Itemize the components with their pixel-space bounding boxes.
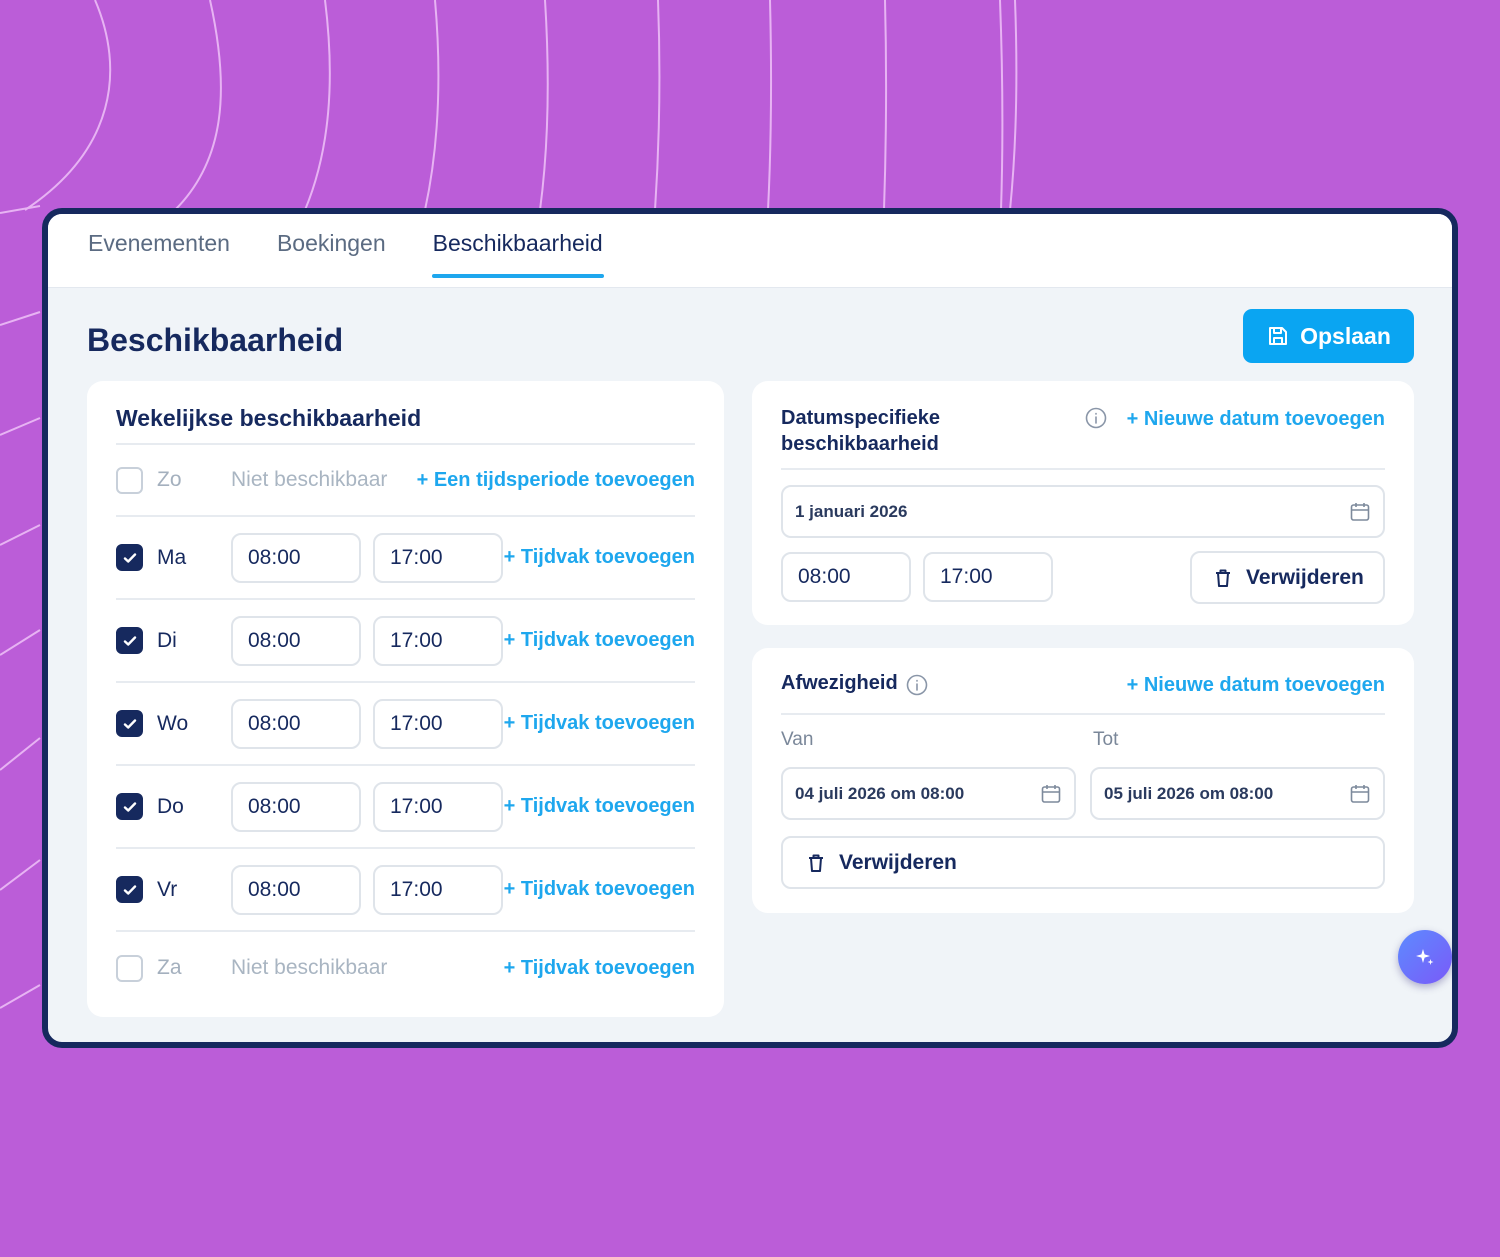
day-label: Zo [157,468,182,491]
check-icon [123,801,136,812]
save-button[interactable]: Opslaan [1243,309,1414,363]
add-new-absence-link[interactable]: + Nieuwe datum toevoegen [1127,674,1385,697]
date-picker-field[interactable]: 1 januari 2026 [781,485,1385,538]
day-checkbox-di[interactable] [116,627,143,654]
calendar-icon [1350,785,1370,803]
day-row-wo: Wo 08:00 17:00 + Tijdvak toevoegen [116,683,695,766]
start-time-input[interactable]: 08:00 [231,615,361,666]
date-value: 1 januari 2026 [795,502,908,521]
to-label: Tot [1093,729,1119,750]
add-timeslot-link[interactable]: + Tijdvak toevoegen [504,629,695,652]
tab-boekingen[interactable]: Boekingen [276,214,387,288]
assistant-button[interactable] [1398,930,1452,984]
not-available-text: Niet beschikbaar [231,468,388,491]
from-datetime-field[interactable]: 04 juli 2026 om 08:00 [781,767,1076,820]
check-icon [123,718,136,729]
day-row-zo: Zo Niet beschikbaar + Een tijdsperiode t… [116,445,695,517]
day-label: Wo [157,711,189,735]
not-available-text: Niet beschikbaar [231,956,388,979]
save-icon [1269,327,1288,345]
date-specific-header: Datumspecifieke beschikbaarheid + Nieuwe… [781,381,1385,470]
delete-date-button[interactable]: Verwijderen [1190,551,1385,604]
end-time-input[interactable]: 17:00 [373,781,503,832]
add-timeslot-link[interactable]: + Tijdvak toevoegen [504,795,695,818]
add-timeslot-link[interactable]: + Tijdvak toevoegen [504,957,695,980]
day-label: Do [157,794,184,818]
end-time-input[interactable]: 17:00 [373,698,503,749]
add-timeslot-link[interactable]: + Tijdvak toevoegen [504,878,695,901]
add-new-date-link[interactable]: + Nieuwe datum toevoegen [1127,408,1385,431]
add-timeslot-link[interactable]: + Tijdvak toevoegen [504,546,695,569]
check-icon [123,884,136,895]
absence-range: 04 juli 2026 om 08:00 05 juli 2026 om 08… [781,767,1385,820]
delete-label: Verwijderen [1246,565,1364,589]
day-label: Vr [157,877,178,901]
weekly-availability-title: Wekelijkse beschikbaarheid [116,381,695,445]
weekly-availability-card: Wekelijkse beschikbaarheid Zo Niet besch… [87,381,724,1017]
absence-header: Afwezigheid + Nieuwe datum toevoegen [781,648,1385,715]
day-row-vr: Vr 08:00 17:00 + Tijdvak toevoegen [116,849,695,932]
to-datetime-field[interactable]: 05 juli 2026 om 08:00 [1090,767,1385,820]
day-checkbox-ma[interactable] [116,544,143,571]
day-label: Di [157,628,177,652]
start-time-input[interactable]: 08:00 [231,781,361,832]
absence-title: Afwezigheid [781,672,898,694]
day-checkbox-vr[interactable] [116,876,143,903]
delete-label: Verwijderen [839,850,957,874]
start-time-input[interactable]: 08:00 [231,698,361,749]
tab-bar: Evenementen Boekingen Beschikbaarheid [48,214,1452,288]
calendar-icon [1041,785,1061,803]
day-checkbox-za[interactable] [116,954,143,982]
day-row-di: Di 08:00 17:00 + Tijdvak toevoegen [116,600,695,683]
from-value: 04 juli 2026 om 08:00 [795,784,965,803]
add-timeslot-link[interactable]: + Tijdvak toevoegen [504,712,695,735]
trash-icon [809,854,823,872]
day-row-ma: Ma 08:00 17:00 + Tijdvak toevoegen [116,517,695,600]
info-icon[interactable] [906,674,928,696]
save-button-label: Opslaan [1300,322,1391,349]
absence-labels: Van Tot [781,729,1385,751]
absence-card: Afwezigheid + Nieuwe datum toevoegen Van… [752,648,1414,913]
delete-absence-button[interactable]: Verwijderen [781,836,1385,889]
page-title: Beschikbaarheid [87,322,344,358]
date-time-row: 08:00 17:00 Verwijderen [781,551,1385,604]
end-time-input[interactable]: 17:00 [923,552,1053,602]
check-icon [123,635,136,646]
trash-icon [1216,569,1230,587]
sparkle-icon [1416,949,1434,965]
end-time-input[interactable]: 17:00 [373,532,503,583]
tab-beschikbaarheid[interactable]: Beschikbaarheid [431,214,604,288]
day-checkbox-zo[interactable] [116,466,143,494]
day-checkbox-wo[interactable] [116,710,143,737]
day-label: Za [157,956,182,979]
calendar-icon [1350,503,1370,521]
check-icon [123,552,136,563]
start-time-input[interactable]: 08:00 [781,552,911,602]
day-row-za: Za Niet beschikbaar + Tijdvak toevoegen [116,932,695,1004]
to-value: 05 juli 2026 om 08:00 [1104,784,1274,803]
date-specific-card: Datumspecifieke beschikbaarheid + Nieuwe… [752,381,1414,625]
info-icon[interactable] [1085,407,1107,429]
date-specific-title: Datumspecifieke beschikbaarheid [781,407,940,455]
start-time-input[interactable]: 08:00 [231,532,361,583]
app-window: Evenementen Boekingen Beschikbaarheid Be… [42,208,1458,1048]
tab-evenementen[interactable]: Evenementen [87,214,231,288]
start-time-input[interactable]: 08:00 [231,864,361,915]
add-time-period-link[interactable]: + Een tijdsperiode toevoegen [417,469,695,492]
from-label: Van [781,729,814,750]
day-row-do: Do 08:00 17:00 + Tijdvak toevoegen [116,766,695,849]
day-label: Ma [157,545,187,569]
end-time-input[interactable]: 17:00 [373,615,503,666]
day-checkbox-do[interactable] [116,793,143,820]
end-time-input[interactable]: 17:00 [373,864,503,915]
